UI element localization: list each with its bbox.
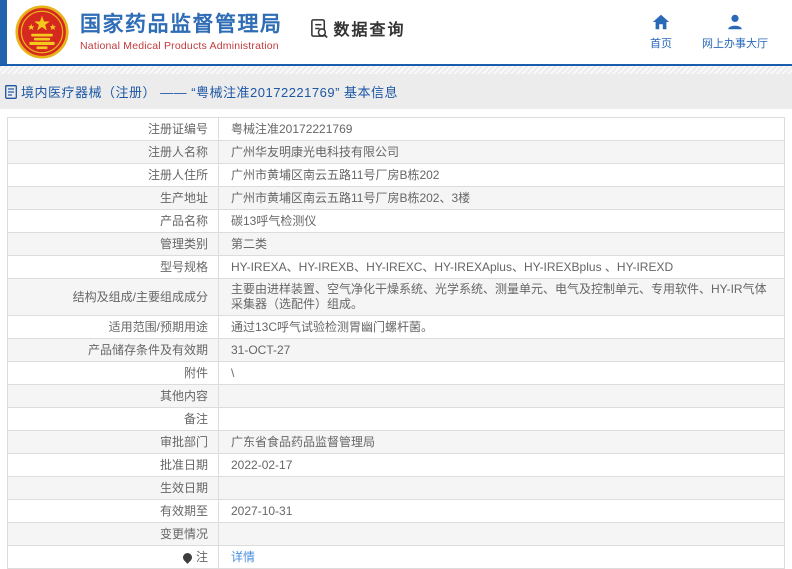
table-row: 适用范围/预期用途 通过13C呼气试验检测胃幽门螺杆菌。 (7, 315, 785, 339)
table-row: 审批部门 广东省食品药品监督管理局 (7, 430, 785, 454)
agency-name-en: National Medical Products Administration (80, 39, 279, 52)
row-label: 注册证编号 (7, 117, 219, 141)
device-detail-table: 注册证编号 粤械注准20172221769 注册人名称 广州华友明康光电科技有限公司注… (7, 117, 785, 569)
table-row: 批准日期 2022-02-17 (7, 453, 785, 477)
row-label: 生产地址 (7, 186, 219, 210)
note-icon (181, 550, 194, 564)
row-value: 粤械注准20172221769 (218, 117, 785, 141)
row-value: 广东省食品药品监督管理局 (218, 430, 785, 454)
table-row: 注详情 (7, 545, 785, 569)
data-query-label: 数据查询 (333, 22, 406, 39)
row-label: 审批部门 (7, 430, 219, 454)
row-label: 批准日期 (7, 453, 219, 477)
table-row: 变更情况 (7, 522, 785, 546)
row-label: 有效期至 (7, 499, 219, 523)
row-label: 注册人住所 (7, 163, 219, 187)
row-label: 注 (7, 545, 219, 569)
row-value: 2022-02-17 (218, 453, 785, 477)
table-row: 备注 (7, 407, 785, 431)
national-emblem-logo (15, 5, 69, 59)
nav-online-hall[interactable]: 网上办事大厅 (702, 13, 768, 51)
breadcrumb: 境内医疗器械（注册） —— “粤械注准20172221769” 基本信息 (0, 74, 792, 109)
nav-home[interactable]: 首页 (650, 13, 672, 51)
row-value: 通过13C呼气试验检测胃幽门螺杆菌。 (218, 315, 785, 339)
row-value (218, 522, 785, 546)
nav-online-hall-label: 网上办事大厅 (702, 38, 768, 50)
row-label: 附件 (7, 361, 219, 385)
page: 国家药品监督管理局 National Medical Products Admi… (0, 0, 792, 569)
row-label: 产品名称 (7, 209, 219, 233)
header: 国家药品监督管理局 National Medical Products Admi… (0, 0, 792, 64)
data-query-section: 数据查询 (309, 16, 406, 40)
table-row: 型号规格 HY-IREXA、HY-IREXB、HY-IREXC、HY-IREXAp… (7, 255, 785, 279)
row-value: 详情 (218, 545, 785, 569)
table-row: 注册人住所 广州市黄埔区南云五路11号厂房B栋202 (7, 163, 785, 187)
hatch-band (0, 66, 792, 74)
row-label: 管理类别 (7, 232, 219, 256)
table-row: 生产地址 广州市黄埔区南云五路11号厂房B栋202、3楼 (7, 186, 785, 210)
row-value: 主要由进样装置、空气净化干燥系统、光学系统、测量单元、电气及控制单元、专用软件、… (218, 278, 785, 316)
home-icon (652, 14, 670, 30)
table-row: 产品名称 碳13呼气检测仪 (7, 209, 785, 233)
table-row: 结构及组成/主要组成成分 主要由进样装置、空气净化干燥系统、光学系统、测量单元、电… (7, 278, 785, 316)
header-accent-strip (0, 0, 7, 64)
data-query-icon (310, 18, 328, 38)
row-label: 结构及组成/主要组成成分 (7, 278, 219, 316)
row-value (218, 384, 785, 408)
row-label: 备注 (7, 407, 219, 431)
row-label: 适用范围/预期用途 (7, 315, 219, 339)
row-value: 碳13呼气检测仪 (218, 209, 785, 233)
row-value (218, 407, 785, 431)
table-row: 管理类别 第二类 (7, 232, 785, 256)
row-value: 31-OCT-27 (218, 338, 785, 362)
row-label: 产品储存条件及有效期 (7, 338, 219, 362)
user-icon (728, 14, 742, 30)
row-label: 变更情况 (7, 522, 219, 546)
table-row: 生效日期 (7, 476, 785, 500)
row-value: 广州市黄埔区南云五路11号厂房B栋202、3楼 (218, 186, 785, 210)
row-value: 广州市黄埔区南云五路11号厂房B栋202 (218, 163, 785, 187)
row-value: 2027-10-31 (218, 499, 785, 523)
row-value: \ (218, 361, 785, 385)
row-label: 生效日期 (7, 476, 219, 500)
row-value (218, 476, 785, 500)
detail-table-body: 注册证编号 粤械注准20172221769 注册人名称 广州华友明康光电科技有限公司注… (7, 117, 785, 569)
agency-name-cn: 国家药品监督管理局 (80, 12, 283, 36)
table-row: 产品储存条件及有效期 31-OCT-27 (7, 338, 785, 362)
row-value: 广州华友明康光电科技有限公司 (218, 140, 785, 164)
row-label: 注册人名称 (7, 140, 219, 164)
detail-link[interactable]: 详情 (231, 550, 255, 564)
row-value: 第二类 (218, 232, 785, 256)
table-row: 注册证编号 粤械注准20172221769 (7, 117, 785, 141)
table-row: 附件 \ (7, 361, 785, 385)
row-label: 其他内容 (7, 384, 219, 408)
breadcrumb-text: 境内医疗器械（注册） —— “粤械注准20172221769” 基本信息 (21, 85, 399, 100)
top-nav: 首页 网上办事大厅 (650, 13, 768, 51)
row-label: 型号规格 (7, 255, 219, 279)
table-row: 有效期至 2027-10-31 (7, 499, 785, 523)
agency-title-block: 国家药品监督管理局 National Medical Products Admi… (80, 13, 283, 52)
table-row: 其他内容 (7, 384, 785, 408)
document-icon (5, 84, 17, 99)
nav-home-label: 首页 (650, 38, 672, 50)
table-row: 注册人名称 广州华友明康光电科技有限公司 (7, 140, 785, 164)
row-value: HY-IREXA、HY-IREXB、HY-IREXC、HY-IREXAplus、… (218, 255, 785, 279)
